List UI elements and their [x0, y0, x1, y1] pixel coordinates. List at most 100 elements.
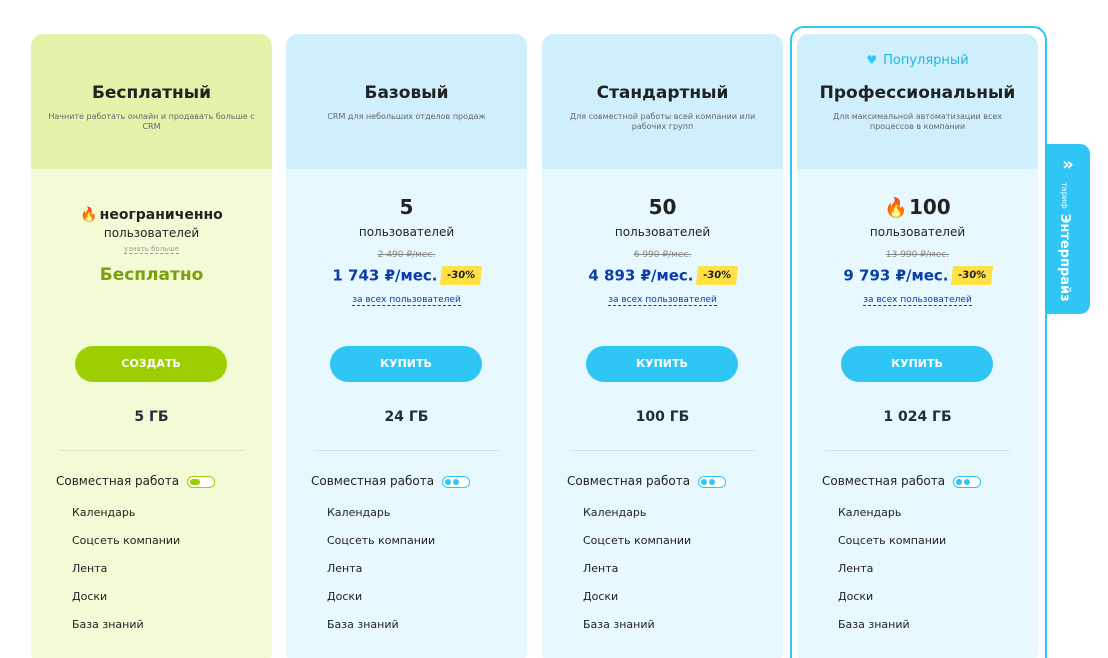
plan-body-basic: 5 пользователей 2 490 ₽/мес. 1 743 ₽/мес… [286, 169, 527, 658]
feature-list: Календарь Соцсеть компании Лента Доски Б… [72, 506, 180, 646]
storage-size: 24 ГБ [384, 409, 429, 425]
feature-item: Лента [72, 562, 108, 575]
feature-group-collaboration[interactable]: Совместная работа [822, 474, 981, 488]
learn-more-link[interactable]: узнать больше [31, 245, 272, 254]
buy-button[interactable]: КУПИТЬ [330, 346, 482, 382]
storage-size: 5 ГБ [134, 409, 169, 425]
plan-title: Базовый [364, 83, 449, 103]
feature-item: База знаний [583, 618, 655, 631]
for-all-users-text[interactable]: за всех пользователей [608, 295, 717, 306]
users-label: пользователей [358, 225, 455, 239]
feature-group-label: Совместная работа [311, 474, 435, 488]
for-all-users-link[interactable]: за всех пользователей [286, 295, 527, 306]
users-label: пользователей [869, 225, 966, 239]
toggle-icon[interactable] [952, 475, 981, 488]
feature-item: База знаний [327, 618, 399, 631]
fire-icon: 🔥 [80, 207, 98, 223]
users-count-row: 🔥100 [797, 195, 1038, 219]
feature-item: Доски [327, 590, 363, 603]
feature-item: Соцсеть компании [72, 534, 181, 547]
feature-item: База знаний [72, 618, 144, 631]
storage-size: 1 024 ГБ [883, 409, 952, 425]
plan-card-pro: ♥ Популярный Профессиональный Для максима… [797, 34, 1038, 658]
buy-button[interactable]: КУПИТЬ [586, 346, 738, 382]
old-price: 13 990 ₽/мес. [885, 250, 950, 260]
plan-title: Стандартный [596, 83, 729, 103]
plan-header-basic: Базовый CRM для небольших отделов продаж [286, 34, 527, 169]
discount-badge: -30% [439, 266, 482, 285]
plan-title: Профессиональный [819, 83, 1016, 103]
price-row: 4 893 ₽/мес. -30% [542, 265, 783, 285]
plan-header-pro: ♥ Популярный Профессиональный Для максима… [797, 34, 1038, 169]
feature-item: Календарь [327, 506, 391, 519]
divider [570, 450, 755, 451]
price: 9 793 ₽/мес. [843, 266, 949, 285]
feature-item: Календарь [72, 506, 136, 519]
feature-item: Лента [838, 562, 874, 575]
for-all-users-link[interactable]: за всех пользователей [797, 295, 1038, 306]
feature-item: Доски [583, 590, 619, 603]
price-row: 1 743 ₽/мес. -30% [286, 265, 527, 285]
feature-group-label: Совместная работа [567, 474, 691, 488]
feature-list: Календарь Соцсеть компании Лента Доски Б… [838, 506, 946, 646]
discount-badge: -30% [695, 266, 738, 285]
discount-badge: -30% [950, 266, 993, 285]
toggle-icon[interactable] [697, 475, 726, 488]
feature-item: Календарь [838, 506, 902, 519]
heart-icon: ♥ [866, 53, 878, 67]
storage-size: 100 ГБ [635, 409, 690, 425]
feature-item: Календарь [583, 506, 647, 519]
divider [825, 450, 1010, 451]
plan-body-free: 🔥 неограниченно пользователей узнать боль… [31, 169, 272, 658]
divider [314, 450, 499, 451]
fire-icon: 🔥 [884, 197, 908, 219]
plan-card-standard: Стандартный Для совместной работы всей к… [542, 34, 783, 658]
feature-list: Календарь Соцсеть компании Лента Доски Б… [583, 506, 691, 646]
double-chevron-right-icon: » [1062, 154, 1074, 175]
plan-header-standard: Стандартный Для совместной работы всей к… [542, 34, 783, 169]
feature-item: База знаний [838, 618, 910, 631]
for-all-users-text[interactable]: за всех пользователей [863, 295, 972, 306]
feature-item: Соцсеть компании [583, 534, 692, 547]
users-label: пользователей [103, 226, 200, 240]
users-unlimited: 🔥 неограниченно [31, 207, 272, 223]
users-unlimited-text: неограниченно [99, 207, 223, 223]
feature-group-collaboration[interactable]: Совместная работа [56, 474, 215, 488]
feature-item: Доски [72, 590, 108, 603]
divider [59, 450, 244, 451]
plan-card-basic: Базовый CRM для небольших отделов продаж… [286, 34, 527, 658]
buy-button[interactable]: КУПИТЬ [841, 346, 993, 382]
plan-description: CRM для небольших отделов продаж [327, 112, 486, 121]
pricing-plans: Бесплатный Начните работать онлайн и про… [0, 0, 1108, 658]
enterprise-tab-text: тариф Энтерпрайз [1055, 182, 1074, 302]
feature-item: Лента [327, 562, 363, 575]
learn-more-text[interactable]: узнать больше [123, 245, 180, 254]
old-price: 2 490 ₽/мес. [377, 250, 436, 260]
popular-badge: ♥ Популярный [797, 53, 1038, 68]
feature-item: Доски [838, 590, 874, 603]
feature-group-label: Совместная работа [822, 474, 946, 488]
toggle-icon[interactable] [186, 475, 215, 488]
feature-list: Календарь Соцсеть компании Лента Доски Б… [327, 506, 435, 646]
old-price: 6 990 ₽/мес. [633, 250, 692, 260]
price-free: Бесплатно [99, 265, 204, 285]
users-count: 5 [399, 195, 414, 219]
feature-item: Соцсеть компании [838, 534, 947, 547]
plan-title: Бесплатный [91, 83, 212, 103]
popular-label: Популярный [883, 53, 969, 68]
users-label: пользователей [614, 225, 711, 239]
feature-group-collaboration[interactable]: Совместная работа [567, 474, 726, 488]
plan-description: Для максимальной автоматизации всех проц… [833, 112, 1002, 131]
enterprise-label: Энтерпрайз [1057, 213, 1072, 302]
enterprise-tab[interactable]: » тариф Энтерпрайз [1046, 144, 1090, 314]
toggle-icon[interactable] [441, 475, 470, 488]
plan-body-standard: 50 пользователей 6 990 ₽/мес. 4 893 ₽/ме… [542, 169, 783, 658]
price-row: 9 793 ₽/мес. -30% [797, 265, 1038, 285]
enterprise-sub-label: тариф [1060, 182, 1069, 209]
create-button[interactable]: СОЗДАТЬ [75, 346, 227, 382]
users-count: 100 [908, 195, 951, 219]
feature-group-collaboration[interactable]: Совместная работа [311, 474, 470, 488]
for-all-users-link[interactable]: за всех пользователей [542, 295, 783, 306]
for-all-users-text[interactable]: за всех пользователей [352, 295, 461, 306]
plan-header-free: Бесплатный Начните работать онлайн и про… [31, 34, 272, 169]
